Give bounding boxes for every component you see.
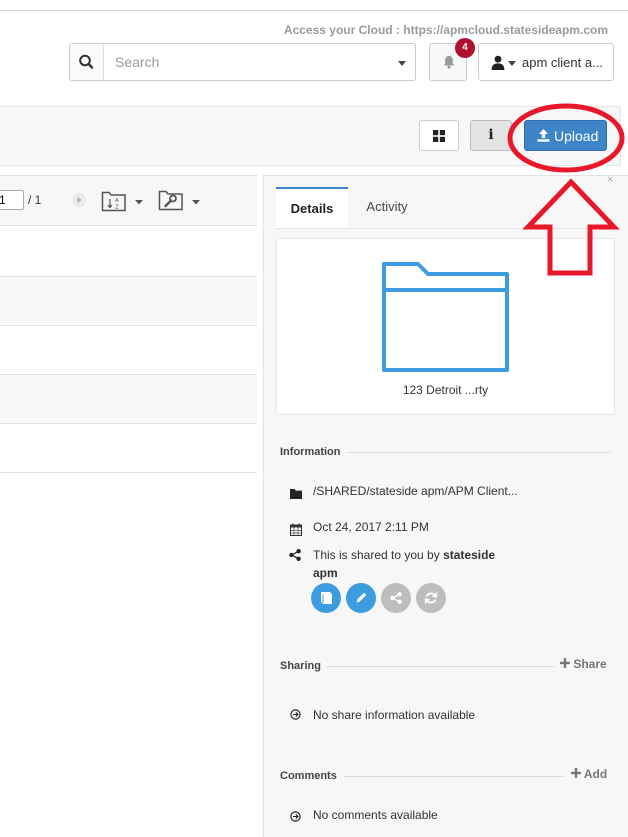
shared-by-owner-line2: apm <box>313 566 338 580</box>
no-comments-message: No comments available <box>313 808 438 822</box>
add-comment-button[interactable]: Add <box>571 767 607 781</box>
row-divider <box>0 423 257 424</box>
search-icon[interactable] <box>70 44 104 80</box>
plus-icon <box>571 768 581 778</box>
share-action-button[interactable] <box>381 583 411 613</box>
comments-section-title: Comments <box>280 770 337 782</box>
info-panel-toggle-button[interactable]: i <box>470 120 512 151</box>
tabs-divider <box>276 228 615 229</box>
upload-button-label: Upload <box>554 128 599 144</box>
folder-icon <box>382 262 509 372</box>
information-section-title: Information <box>280 446 341 458</box>
user-icon <box>491 55 505 70</box>
search-dropdown-caret-icon[interactable] <box>398 61 406 66</box>
top-divider <box>0 10 628 11</box>
user-menu-button[interactable]: apm client a... <box>478 43 614 81</box>
list-item[interactable] <box>0 375 257 423</box>
row-divider <box>0 325 257 326</box>
add-share-label: Share <box>573 657 607 671</box>
row-divider <box>0 472 257 473</box>
sharing-section-title: Sharing <box>280 660 321 672</box>
shared-by-prefix: This is shared to you by <box>313 548 444 562</box>
user-menu-label: apm client a... <box>522 55 603 70</box>
share-circle-icon <box>390 592 402 604</box>
page-total-label: / 1 <box>28 193 42 207</box>
shared-by-owner-line1: stateside <box>443 548 496 562</box>
row-divider <box>0 374 257 375</box>
share-icon <box>289 549 301 561</box>
shared-by-text: This is shared to you by stateside <box>313 548 495 562</box>
add-share-button[interactable]: Share <box>560 657 607 671</box>
item-name: 123 Detroit ...rty <box>402 383 489 397</box>
notification-badge: 4 <box>455 38 475 58</box>
item-date: Oct 24, 2017 2:11 PM <box>313 520 429 534</box>
upload-icon <box>537 129 550 142</box>
next-page-button[interactable] <box>72 193 86 207</box>
section-divider <box>326 666 554 667</box>
section-divider <box>344 776 564 777</box>
plus-icon <box>560 658 570 668</box>
arrow-circle-right-icon <box>290 709 301 720</box>
calendar-icon <box>290 523 302 536</box>
list-item[interactable] <box>0 277 257 325</box>
search-box[interactable] <box>69 43 416 81</box>
user-menu-caret-icon <box>508 61 516 66</box>
next-page-icon <box>77 197 82 203</box>
row-divider <box>0 276 257 277</box>
grid-view-button[interactable] <box>419 120 459 151</box>
cloud-access-url: Access your Cloud : https://apmcloud.sta… <box>283 23 608 37</box>
search-input[interactable] <box>104 44 395 80</box>
tab-activity[interactable]: Activity <box>351 187 423 229</box>
item-path: /SHARED/stateside apm/APM Client... <box>313 484 518 498</box>
svg-text:A: A <box>115 198 119 204</box>
book-icon <box>321 592 332 604</box>
sort-folder-button[interactable]: A Z <box>101 189 147 213</box>
add-comment-label: Add <box>583 767 608 781</box>
upload-button[interactable]: Upload <box>524 120 607 151</box>
svg-text:Z: Z <box>115 205 119 211</box>
pencil-icon <box>356 592 367 603</box>
folder-tools-button[interactable] <box>158 188 204 212</box>
refresh-icon <box>424 592 438 604</box>
view-action-button[interactable] <box>311 583 341 613</box>
sync-action-button[interactable] <box>416 583 446 613</box>
folder-path-icon <box>290 489 302 499</box>
page-number-input[interactable] <box>0 190 24 210</box>
edit-action-button[interactable] <box>346 583 376 613</box>
arrow-circle-right-icon <box>290 811 301 822</box>
close-panel-icon[interactable]: × <box>607 174 613 186</box>
tab-details[interactable]: Details <box>276 187 348 229</box>
bell-icon <box>443 56 455 69</box>
grid-icon <box>433 130 445 142</box>
section-divider <box>346 452 611 453</box>
no-share-message: No share information available <box>313 708 476 722</box>
